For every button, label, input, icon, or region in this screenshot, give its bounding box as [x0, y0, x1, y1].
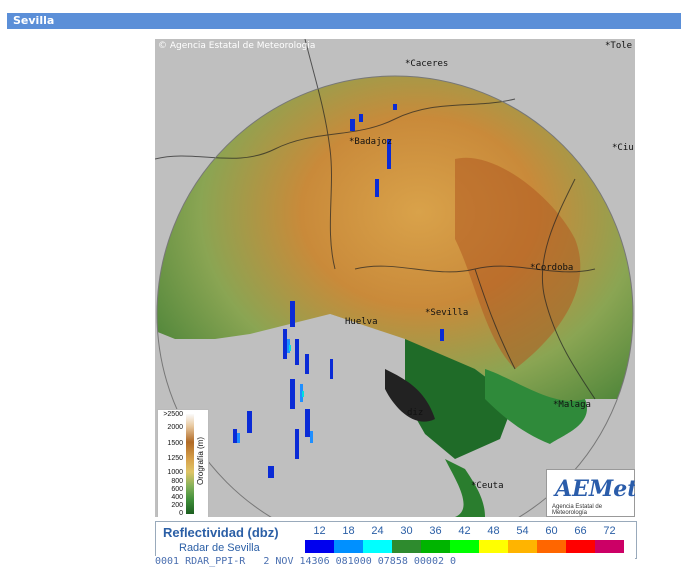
- aemet-logo-subtitle: Agencia Estatal de Meteorología: [552, 504, 603, 516]
- scale-label: 54: [516, 525, 529, 537]
- scale-label: 12: [313, 525, 326, 537]
- city-label-ceuta: *Ceuta: [471, 481, 504, 491]
- city-label-huelva: Huelva: [345, 317, 378, 327]
- orography-tick: 400: [171, 494, 183, 501]
- orography-tick: 0: [179, 510, 183, 517]
- city-label-cordoba: *Cordoba: [530, 263, 574, 273]
- scale-swatch: [450, 540, 479, 553]
- scale-swatch: [479, 540, 508, 553]
- reflectivity-legend: Reflectividad (dbz) Radar de Sevilla 12 1…: [155, 521, 637, 559]
- city-label-malaga: *Malaga: [553, 400, 591, 410]
- scale-label: 42: [458, 525, 471, 537]
- orography-tick: 800: [171, 478, 183, 485]
- copyright-label: © Agencia Estatal de Meteorologia: [158, 41, 316, 51]
- section-header: Sevilla: [7, 13, 681, 29]
- reflectivity-title: Reflectividad (dbz): [163, 525, 279, 540]
- city-label-caceres: *Caceres: [405, 59, 449, 69]
- orography-tick: 1250: [167, 455, 183, 462]
- scale-label: 30: [400, 525, 413, 537]
- city-label-badajoz: *Badajoz: [349, 137, 393, 147]
- radar-map: © Agencia Estatal de Meteorologia *Cacer…: [155, 39, 635, 517]
- orography-title: Orografía (m): [196, 436, 205, 485]
- radar-map-image: [155, 39, 635, 517]
- scale-label: 24: [371, 525, 384, 537]
- radar-subtitle: Radar de Sevilla: [179, 542, 260, 554]
- status-line: 0001 RDAR_PPI-R 2 NOV 14306 081000 07858…: [155, 556, 635, 570]
- orography-tick: 200: [171, 502, 183, 509]
- orography-tick: 600: [171, 486, 183, 493]
- scale-label: 36: [429, 525, 442, 537]
- scale-swatch: [392, 540, 421, 553]
- aemet-logo: AEMet Agencia Estatal de Meteorología: [546, 469, 635, 517]
- city-label-ciudad-real: *Ciu: [612, 143, 634, 153]
- scale-label: 48: [487, 525, 500, 537]
- scale-swatch: [421, 540, 450, 553]
- scale-swatch: [334, 540, 363, 553]
- orography-color-bar: [186, 414, 194, 514]
- scale-swatch: [595, 540, 624, 553]
- scale-swatch: [566, 540, 595, 553]
- scale-swatch: [363, 540, 392, 553]
- scale-swatch: [508, 540, 537, 553]
- orography-legend: >2500 2000 1500 1250 1000 800 600 400 20…: [157, 409, 209, 517]
- city-label-sevilla: *Sevilla: [425, 308, 469, 318]
- scale-swatch: [305, 540, 334, 553]
- aemet-logo-text: AEMet: [555, 476, 635, 502]
- orography-tick: 2000: [167, 424, 183, 431]
- scale-label: 72: [603, 525, 616, 537]
- scale-label: 60: [545, 525, 558, 537]
- orography-tick: >2500: [163, 411, 183, 418]
- section-title: Sevilla: [13, 14, 55, 27]
- orography-tick: 1000: [167, 469, 183, 476]
- scale-swatch: [537, 540, 566, 553]
- city-label-toledo: *Tole: [605, 41, 633, 51]
- orography-tick: 1500: [167, 440, 183, 447]
- city-label-cadiz: diz: [407, 408, 424, 418]
- scale-label: 66: [574, 525, 587, 537]
- scale-label: 18: [342, 525, 355, 537]
